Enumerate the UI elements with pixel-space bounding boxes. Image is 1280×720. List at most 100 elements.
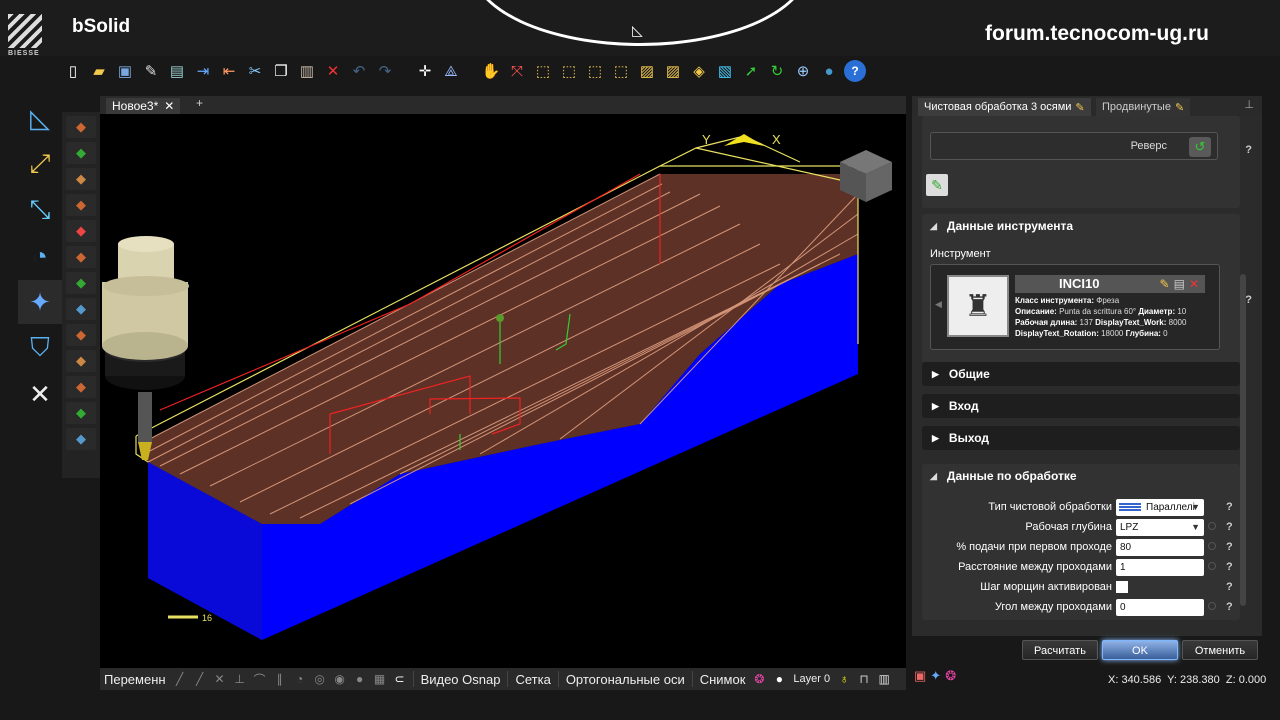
sphere-icon[interactable]: ● bbox=[818, 60, 840, 82]
help-icon[interactable]: ? bbox=[1226, 501, 1233, 513]
globe-icon[interactable]: ⊕ bbox=[792, 60, 814, 82]
radio-icon[interactable] bbox=[1208, 542, 1216, 550]
redo-icon[interactable]: ↷ bbox=[374, 60, 396, 82]
help-icon[interactable]: ? bbox=[1226, 541, 1233, 553]
op-icon[interactable]: ◆ bbox=[66, 116, 96, 138]
cancel-button[interactable]: Отменить bbox=[1182, 640, 1258, 660]
entry-section[interactable]: ▶ Вход bbox=[922, 394, 1240, 418]
radio-icon[interactable] bbox=[1208, 562, 1216, 570]
machining-section-header[interactable]: ◢ Данные по обработке bbox=[922, 464, 1240, 488]
pass-angle-input[interactable]: 0 bbox=[1116, 599, 1204, 616]
add-tab-button[interactable]: + bbox=[196, 96, 203, 110]
help-icon[interactable]: ? bbox=[844, 60, 866, 82]
reverse-button[interactable]: ↺ bbox=[1189, 137, 1211, 157]
circle-snap-icon[interactable]: ◔ bbox=[290, 672, 310, 686]
close-icon[interactable]: ✕ bbox=[164, 99, 174, 113]
perpendicular-snap-icon[interactable]: ⊥ bbox=[230, 672, 250, 686]
tangent-snap-icon[interactable]: ⌒ bbox=[250, 671, 270, 688]
tool-section-header[interactable]: ◢ Данные инструмента bbox=[922, 214, 1240, 238]
new-file-icon[interactable]: ▯ bbox=[62, 60, 84, 82]
tab-finishing[interactable]: Чистовая обработка 3 осями ✎ bbox=[918, 98, 1091, 116]
parallel-snap-icon[interactable]: ∥ bbox=[270, 672, 290, 686]
calculate-button[interactable]: Расчитать bbox=[1022, 640, 1098, 660]
grid-snap-icon[interactable]: ▦ bbox=[370, 672, 390, 686]
help-icon[interactable]: ? bbox=[1226, 581, 1233, 593]
cut-icon[interactable]: ✂ bbox=[244, 60, 266, 82]
first-pass-feed-input[interactable]: 80 bbox=[1116, 539, 1204, 556]
op-icon[interactable]: ◆ bbox=[66, 376, 96, 398]
shield-icon[interactable]: ⛉ bbox=[18, 326, 62, 370]
help-icon[interactable]: ? bbox=[1245, 144, 1252, 156]
working-depth-select[interactable]: LPZ bbox=[1116, 519, 1204, 536]
lock-icon[interactable]: ⊓ bbox=[854, 672, 874, 686]
help-icon[interactable]: ? bbox=[1226, 601, 1233, 613]
transform-icon[interactable]: ⤢ bbox=[18, 142, 62, 186]
radio-icon[interactable] bbox=[1208, 522, 1216, 530]
finishing-type-select[interactable]: Параллелі bbox=[1116, 499, 1204, 516]
help-icon[interactable]: ? bbox=[1226, 521, 1233, 533]
edit-path-icon[interactable]: ✎ bbox=[926, 174, 948, 196]
op-icon[interactable]: ◆ bbox=[66, 324, 96, 346]
panel-scrollbar[interactable] bbox=[1240, 274, 1246, 606]
op-icon[interactable]: ◆ bbox=[66, 298, 96, 320]
grid-button[interactable]: Сетка bbox=[511, 672, 554, 687]
undo-icon[interactable]: ↶ bbox=[348, 60, 370, 82]
point-snap-icon[interactable]: ● bbox=[350, 672, 370, 686]
help-icon[interactable]: ? bbox=[1226, 561, 1233, 573]
machining-icon[interactable]: ✦ bbox=[18, 280, 62, 324]
tool-card[interactable]: ◀ ♜ INCI10 ✎ ▤ ✕ Класс инструмента: Фрез… bbox=[930, 264, 1220, 350]
edit-document-icon[interactable]: ✎ bbox=[140, 60, 162, 82]
ortho-button[interactable]: Ортогональные оси bbox=[562, 672, 689, 687]
view-left-icon[interactable]: ⬚ bbox=[584, 60, 606, 82]
view-bottom-icon[interactable]: ▨ bbox=[662, 60, 684, 82]
exit-section[interactable]: ▶ Выход bbox=[922, 426, 1240, 450]
copy-icon[interactable]: ❐ bbox=[270, 60, 292, 82]
drawing-icon[interactable]: ◺ bbox=[18, 96, 62, 140]
ok-button[interactable]: OK bbox=[1102, 640, 1178, 660]
view-top-icon[interactable]: ▨ bbox=[636, 60, 658, 82]
print-icon[interactable]: ▤ bbox=[166, 60, 188, 82]
help-icon[interactable]: ? bbox=[1245, 294, 1252, 306]
op-icon[interactable]: ◆ bbox=[66, 168, 96, 190]
rotate-icon[interactable]: ↻ bbox=[766, 60, 788, 82]
snapshot-button[interactable]: Снимок bbox=[696, 672, 750, 687]
video-osnap-button[interactable]: Видео Osnap bbox=[417, 672, 505, 687]
view-back-icon[interactable]: ⬚ bbox=[558, 60, 580, 82]
op-icon[interactable]: ◆ bbox=[66, 246, 96, 268]
tool-list-icon[interactable]: ▤ bbox=[1174, 277, 1185, 291]
op-icon[interactable]: ◆ bbox=[66, 350, 96, 372]
tools-icon[interactable]: ✕ bbox=[18, 372, 62, 416]
op-icon[interactable]: ◆ bbox=[66, 428, 96, 450]
view-right-icon[interactable]: ⬚ bbox=[610, 60, 632, 82]
save-icon[interactable]: ▣ bbox=[114, 60, 136, 82]
radio-icon[interactable] bbox=[1208, 602, 1216, 610]
delete-icon[interactable]: ✕ bbox=[322, 60, 344, 82]
import-icon[interactable]: ⇥ bbox=[192, 60, 214, 82]
pin-icon[interactable]: ⊥ bbox=[1244, 98, 1254, 111]
prev-arrow-icon[interactable]: ◀ bbox=[935, 299, 942, 310]
view-front-icon[interactable]: ⬚ bbox=[532, 60, 554, 82]
snap-point-icon[interactable]: ✛ bbox=[414, 60, 436, 82]
paste-icon[interactable]: ▥ bbox=[296, 60, 318, 82]
layers-icon[interactable]: ▥ bbox=[874, 672, 894, 686]
layer-label[interactable]: Layer 0 bbox=[789, 673, 834, 685]
measure-icon[interactable]: ⤡ bbox=[18, 188, 62, 232]
pan-hand-icon[interactable]: ✋ bbox=[480, 60, 502, 82]
view-iso-icon[interactable]: ◈ bbox=[688, 60, 710, 82]
view-3d-icon[interactable]: ▧ bbox=[714, 60, 736, 82]
line-snap-icon[interactable]: ╱ bbox=[190, 672, 210, 686]
op-icon[interactable]: ◆ bbox=[66, 142, 96, 164]
color-icon[interactable]: ❂ bbox=[945, 668, 956, 684]
zoom-window-icon[interactable]: ⤧ bbox=[506, 60, 528, 82]
tab-advanced[interactable]: Продвинутые ✎ bbox=[1096, 98, 1191, 116]
open-folder-icon[interactable]: ▰ bbox=[88, 60, 110, 82]
select-arrow-icon[interactable]: ➚ bbox=[740, 60, 762, 82]
color-wheel-icon[interactable]: ❂ bbox=[749, 672, 769, 686]
op-icon[interactable]: ◆ bbox=[66, 272, 96, 294]
variables-button[interactable]: Переменн bbox=[100, 672, 170, 687]
pass-distance-input[interactable]: 1 bbox=[1116, 559, 1204, 576]
op-icon[interactable]: ◆ bbox=[66, 402, 96, 424]
op-icon[interactable]: ◆ bbox=[66, 220, 96, 242]
edit-tool-icon[interactable]: ✎ bbox=[1160, 277, 1170, 291]
sketch-icon[interactable]: ▣ bbox=[914, 668, 926, 684]
